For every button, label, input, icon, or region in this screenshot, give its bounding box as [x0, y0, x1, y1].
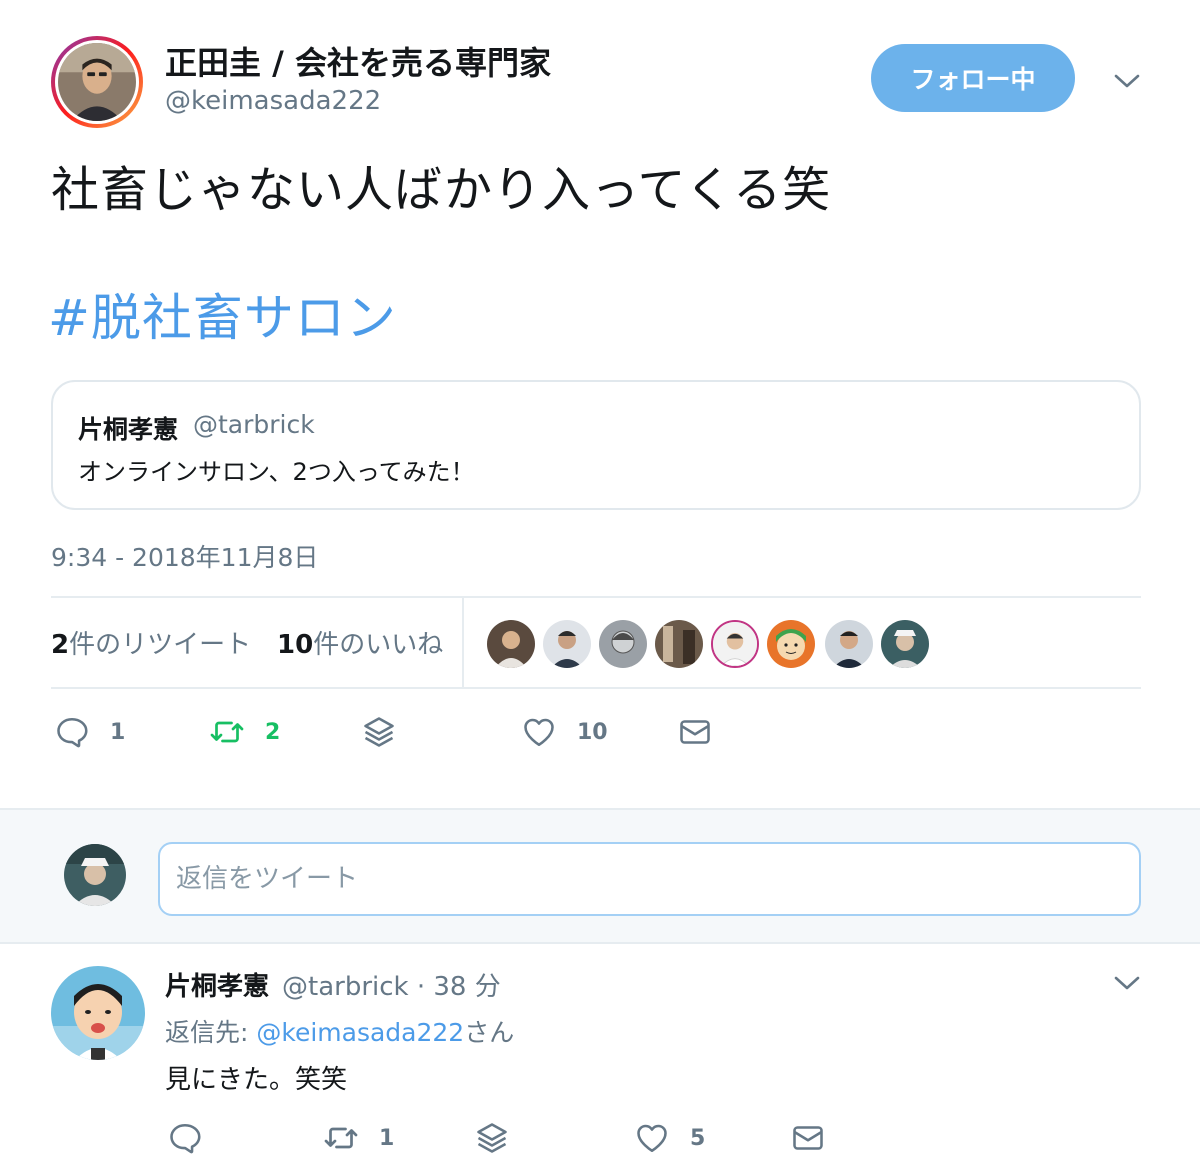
- liker-avatar[interactable]: [655, 620, 703, 668]
- divider: [462, 598, 464, 688]
- retweet-icon: [210, 721, 244, 743]
- retweet-icon: [324, 1127, 358, 1149]
- quote-text: オンラインサロン、2つ入ってみた！: [78, 458, 475, 486]
- message-action[interactable]: [677, 714, 713, 750]
- quote-author-handle: @tarbrick: [193, 410, 315, 439]
- reply-compose-bar: [0, 808, 1200, 944]
- retweet-count: 2: [265, 719, 281, 745]
- liker-avatar[interactable]: [543, 620, 591, 668]
- liker-avatar[interactable]: [487, 620, 535, 668]
- reply-icon: [170, 1123, 201, 1154]
- heart-icon: [524, 718, 554, 747]
- envelope-icon: [680, 720, 710, 744]
- hashtag-link[interactable]: #脱社畜サロン: [48, 278, 397, 350]
- reply-icon: [57, 717, 88, 748]
- mention-link[interactable]: @keimasada222: [256, 1018, 464, 1047]
- replying-to: 返信先: @keimasada222さん: [165, 1013, 514, 1049]
- message-action[interactable]: [790, 1120, 826, 1156]
- retweets-count: 2: [51, 630, 70, 660]
- chevron-down-icon[interactable]: [1113, 72, 1141, 90]
- divider: [51, 596, 1141, 598]
- quoted-tweet[interactable]: 片桐孝憲 @tarbrick オンラインサロン、2つ入ってみた！: [51, 380, 1141, 510]
- liker-avatar[interactable]: [711, 620, 759, 668]
- liker-avatar[interactable]: [767, 620, 815, 668]
- reply-action[interactable]: 1: [54, 714, 125, 750]
- liker-avatar[interactable]: [881, 620, 929, 668]
- replying-to-prefix: 返信先:: [165, 1018, 257, 1047]
- author-name[interactable]: 正田圭 / 会社を売る専門家: [165, 38, 551, 84]
- following-button[interactable]: フォロー中: [871, 44, 1075, 112]
- retweets-stat[interactable]: 2件のリツイート: [51, 624, 251, 661]
- envelope-icon: [793, 1126, 823, 1150]
- layers-icon: [364, 717, 394, 747]
- reply-count: 1: [110, 719, 126, 745]
- reply-author-handle[interactable]: @tarbrick · 38 分: [282, 966, 501, 1003]
- likes-stat[interactable]: 10件のいいね: [277, 624, 443, 661]
- reply-like-count: 5: [690, 1125, 706, 1151]
- author-handle[interactable]: @keimasada222: [165, 86, 381, 116]
- tweet-text: 社畜じゃない人ばかり入ってくる笑: [51, 162, 832, 218]
- retweets-label: 件のリツイート: [69, 630, 252, 660]
- replying-to-suffix: さん: [464, 1018, 515, 1047]
- like-action[interactable]: 5: [634, 1120, 705, 1156]
- chevron-down-icon[interactable]: [1113, 974, 1141, 992]
- stack-action[interactable]: [361, 714, 397, 750]
- stack-action[interactable]: [474, 1120, 510, 1156]
- layers-icon: [477, 1123, 507, 1153]
- author-photo: [58, 43, 136, 121]
- like-count: 10: [577, 719, 608, 745]
- heart-icon: [637, 1124, 667, 1153]
- likes-label: 件のいいね: [313, 630, 444, 660]
- divider: [51, 687, 1141, 689]
- reply-input[interactable]: [158, 842, 1141, 916]
- quote-author-name: 片桐孝憲: [78, 415, 179, 444]
- reply-text: 見にきた。笑笑: [165, 1065, 348, 1095]
- author-avatar[interactable]: [51, 36, 143, 128]
- retweet-action[interactable]: 1: [323, 1120, 394, 1156]
- like-action[interactable]: 10: [521, 714, 608, 750]
- reply-retweet-count: 1: [379, 1125, 395, 1151]
- reply-author-avatar[interactable]: [51, 966, 145, 1060]
- likes-count: 10: [277, 630, 314, 660]
- retweet-action[interactable]: 2: [209, 714, 280, 750]
- reply-action[interactable]: [167, 1120, 203, 1156]
- liker-avatar[interactable]: [599, 620, 647, 668]
- current-user-avatar[interactable]: [64, 844, 126, 906]
- liker-avatar[interactable]: [825, 620, 873, 668]
- tweet-timestamp[interactable]: 9:34 - 2018年11月8日: [51, 538, 318, 574]
- reply-author-name[interactable]: 片桐孝憲: [165, 966, 269, 1003]
